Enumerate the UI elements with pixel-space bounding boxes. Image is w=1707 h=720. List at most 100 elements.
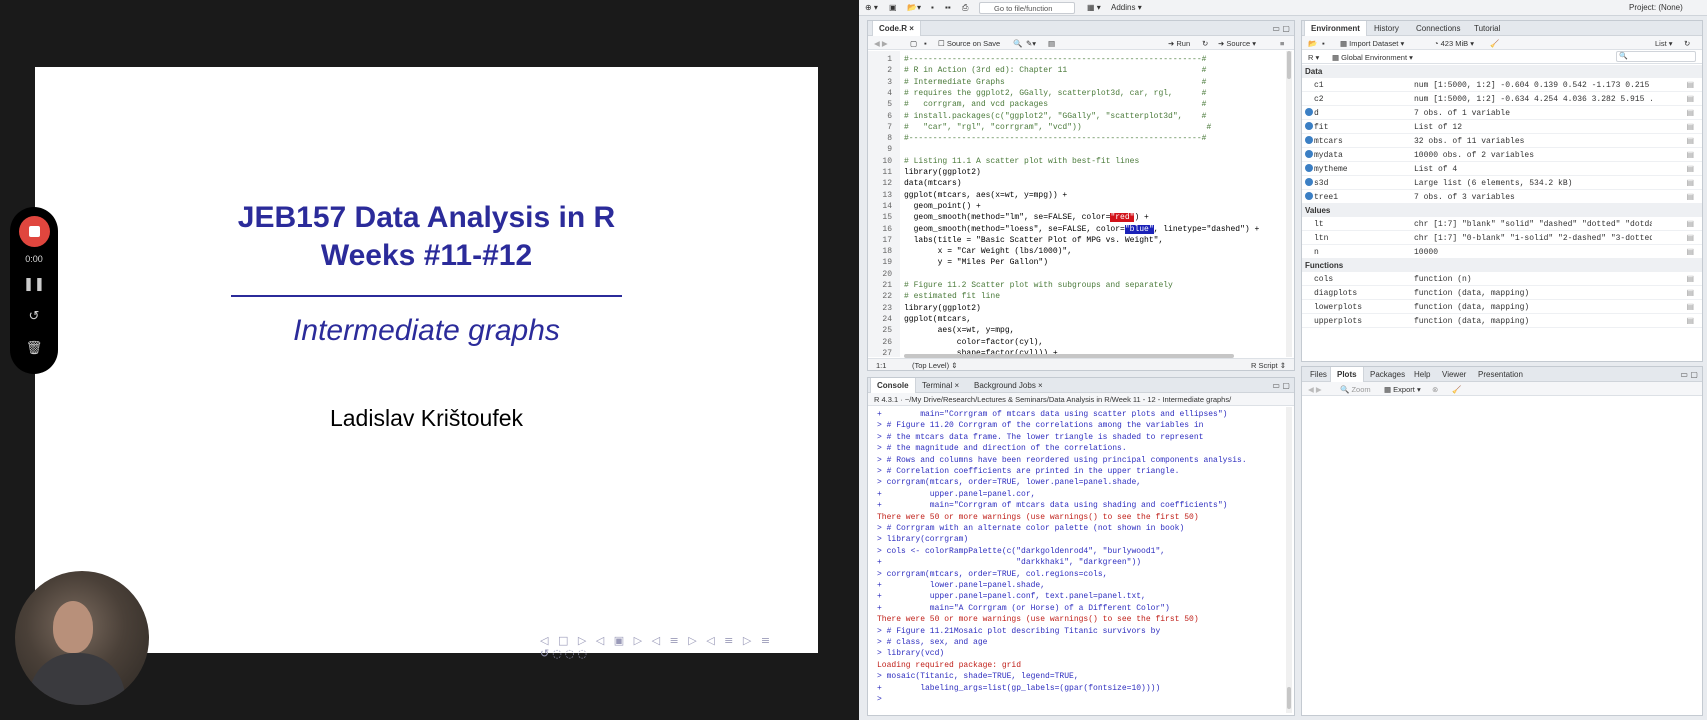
trash-icon[interactable]: 🗑 xyxy=(10,341,58,356)
editor-scrollbar[interactable] xyxy=(1286,51,1292,357)
view-data-icon[interactable]: ▤ xyxy=(1686,94,1694,103)
compile-icon[interactable]: ▤ xyxy=(1048,39,1055,48)
plots-window-controls[interactable]: ▭ ▢ xyxy=(1680,370,1698,379)
source-on-save-checkbox[interactable]: ☐ Source on Save xyxy=(938,39,1000,48)
view-data-icon[interactable]: ▤ xyxy=(1686,233,1694,242)
env-row-function[interactable]: cols function (n) ▤ xyxy=(1302,272,1702,286)
env-row-value[interactable]: n 10000 ▤ xyxy=(1302,245,1702,259)
env-row-data[interactable]: mtcars 32 obs. of 11 variables ▤ xyxy=(1302,134,1702,148)
view-data-icon[interactable]: ▤ xyxy=(1686,219,1694,228)
env-row-value[interactable]: ltn chr [1:7] "0-blank" "1-solid" "2-dash… xyxy=(1302,231,1702,245)
rerun-icon[interactable]: ↻ xyxy=(1202,39,1208,48)
run-button[interactable]: ➜ Run xyxy=(1168,39,1190,48)
view-data-icon[interactable]: ▤ xyxy=(1686,136,1694,145)
file-type-indicator[interactable]: R Script ⇕ xyxy=(1251,361,1286,370)
tab-connections[interactable]: Connections xyxy=(1410,21,1466,36)
open-file-icon[interactable]: 📂▾ xyxy=(907,3,921,12)
env-row-data[interactable]: c2 num [1:5000, 1:2] -0.634 4.254 4.036 3… xyxy=(1302,92,1702,106)
project-menu[interactable]: Project: (None) xyxy=(1629,3,1683,12)
refresh-icon[interactable]: ↻ xyxy=(1684,39,1690,48)
scope-indicator[interactable]: (Top Level) ⇕ xyxy=(912,361,957,370)
export-button[interactable]: ▦ Export ▾ xyxy=(1384,385,1421,394)
view-data-icon[interactable]: ▤ xyxy=(1686,192,1694,201)
pause-icon[interactable]: ❚❚ xyxy=(10,277,58,292)
new-file-icon[interactable]: ⊕ ▾ xyxy=(865,3,878,12)
env-row-data[interactable]: mydata 10000 obs. of 2 variables ▤ xyxy=(1302,148,1702,162)
env-row-function[interactable]: diagplots function (data, mapping) ▤ xyxy=(1302,286,1702,300)
grid-icon[interactable]: ▦ ▾ xyxy=(1087,3,1101,12)
open-project-icon[interactable]: ▣ xyxy=(889,3,897,12)
view-data-icon[interactable]: ▤ xyxy=(1686,122,1694,131)
tab-tutorial[interactable]: Tutorial xyxy=(1468,21,1506,36)
view-mode-select[interactable]: List ▾ xyxy=(1655,39,1673,48)
tab-viewer[interactable]: Viewer xyxy=(1436,367,1472,382)
env-row-function[interactable]: upperplots function (data, mapping) ▤ xyxy=(1302,314,1702,328)
clear-plots-icon[interactable]: 🧹 xyxy=(1452,385,1461,394)
view-data-icon[interactable]: ▤ xyxy=(1686,80,1694,89)
console-output[interactable]: + main="Corrgram of mtcars data using sc… xyxy=(868,407,1286,713)
remove-plot-icon[interactable]: ⊗ xyxy=(1432,385,1438,394)
console-window-controls[interactable]: ▭ ▢ xyxy=(1272,381,1290,390)
save-all-icon[interactable]: ▪▪ xyxy=(945,3,951,12)
expand-icon[interactable] xyxy=(1305,164,1313,172)
environment-search-input[interactable]: 🔍 xyxy=(1616,51,1696,62)
language-select[interactable]: R ▾ xyxy=(1308,53,1319,62)
view-data-icon[interactable]: ▤ xyxy=(1686,316,1694,325)
expand-icon[interactable] xyxy=(1305,178,1313,186)
code-tools-icon[interactable]: ✎▾ xyxy=(1026,39,1036,48)
import-dataset-button[interactable]: ▦ Import Dataset ▾ xyxy=(1340,39,1404,48)
tab-files[interactable]: Files xyxy=(1304,367,1333,382)
env-row-data[interactable]: s3d Large list (6 elements, 534.2 kB) ▤ xyxy=(1302,176,1702,190)
memory-usage[interactable]: ◔ 423 MiB ▾ xyxy=(1434,39,1474,48)
zoom-button[interactable]: 🔍 Zoom xyxy=(1340,385,1371,394)
expand-icon[interactable] xyxy=(1305,192,1313,200)
tab-presentation[interactable]: Presentation xyxy=(1472,367,1529,382)
console-scrollbar[interactable] xyxy=(1286,407,1292,713)
expand-icon[interactable] xyxy=(1305,136,1313,144)
load-workspace-icon[interactable]: 📂 xyxy=(1308,39,1317,48)
env-row-function[interactable]: lowerplots function (data, mapping) ▤ xyxy=(1302,300,1702,314)
tab-environment[interactable]: Environment xyxy=(1304,21,1367,36)
print-icon[interactable]: ⎙ xyxy=(962,3,968,13)
view-data-icon[interactable]: ▤ xyxy=(1686,150,1694,159)
view-data-icon[interactable]: ▤ xyxy=(1686,164,1694,173)
tab-code-r[interactable]: Code.R × xyxy=(872,21,921,36)
env-row-value[interactable]: lt chr [1:7] "blank" "solid" "dashed" "do… xyxy=(1302,217,1702,231)
view-data-icon[interactable]: ▤ xyxy=(1686,108,1694,117)
tab-history[interactable]: History xyxy=(1368,21,1405,36)
show-in-window-icon[interactable]: ▢ xyxy=(910,39,917,48)
env-row-data[interactable]: fit List of 12 ▤ xyxy=(1302,120,1702,134)
view-data-icon[interactable]: ▤ xyxy=(1686,178,1694,187)
view-data-icon[interactable]: ▤ xyxy=(1686,302,1694,311)
tab-packages[interactable]: Packages xyxy=(1364,367,1411,382)
env-row-data[interactable]: tree1 7 obs. of 3 variables ▤ xyxy=(1302,190,1702,204)
source-button[interactable]: ➜ Source ▾ xyxy=(1218,39,1256,48)
stop-recording-button[interactable] xyxy=(19,216,50,247)
expand-icon[interactable] xyxy=(1305,108,1313,116)
save-workspace-icon[interactable]: ▪ xyxy=(1322,39,1325,48)
view-data-icon[interactable]: ▤ xyxy=(1686,247,1694,256)
save-icon[interactable]: ▪ xyxy=(931,3,934,12)
tab-console[interactable]: Console xyxy=(870,378,916,393)
tab-background-jobs[interactable]: Background Jobs × xyxy=(968,378,1049,393)
view-data-icon[interactable]: ▤ xyxy=(1686,274,1694,283)
tab-help[interactable]: Help xyxy=(1408,367,1436,382)
outline-icon[interactable]: ≡ xyxy=(1280,39,1284,48)
clear-workspace-icon[interactable]: 🧹 xyxy=(1490,39,1499,48)
env-row-data[interactable]: mytheme List of 4 ▤ xyxy=(1302,162,1702,176)
prev-plot-icon[interactable]: ◀ ▶ xyxy=(1308,385,1322,394)
environment-scope-select[interactable]: ▦ Global Environment ▾ xyxy=(1332,53,1413,62)
slide-navigation[interactable]: ◁ □ ▷ ◁ ▣ ▷ ◁ ≡ ▷ ◁ ≡ ▷ ≡ ↺◌◌◌ xyxy=(540,634,818,660)
code-area[interactable]: #---------------------------------------… xyxy=(868,51,1286,357)
save-file-icon[interactable]: ▪ xyxy=(924,39,927,48)
search-icon[interactable]: 🔍 xyxy=(1013,39,1022,48)
restart-icon[interactable]: ↺ xyxy=(10,309,58,324)
env-row-data[interactable]: d 7 obs. of 1 variable ▤ xyxy=(1302,106,1702,120)
expand-icon[interactable] xyxy=(1305,122,1313,130)
view-data-icon[interactable]: ▤ xyxy=(1686,288,1694,297)
back-icon[interactable]: ◀ ▶ xyxy=(874,39,888,48)
expand-icon[interactable] xyxy=(1305,150,1313,158)
tab-terminal[interactable]: Terminal × xyxy=(916,378,965,393)
addins-menu[interactable]: Addins ▾ xyxy=(1111,3,1142,12)
goto-file-input[interactable]: Go to file/function xyxy=(979,2,1075,14)
